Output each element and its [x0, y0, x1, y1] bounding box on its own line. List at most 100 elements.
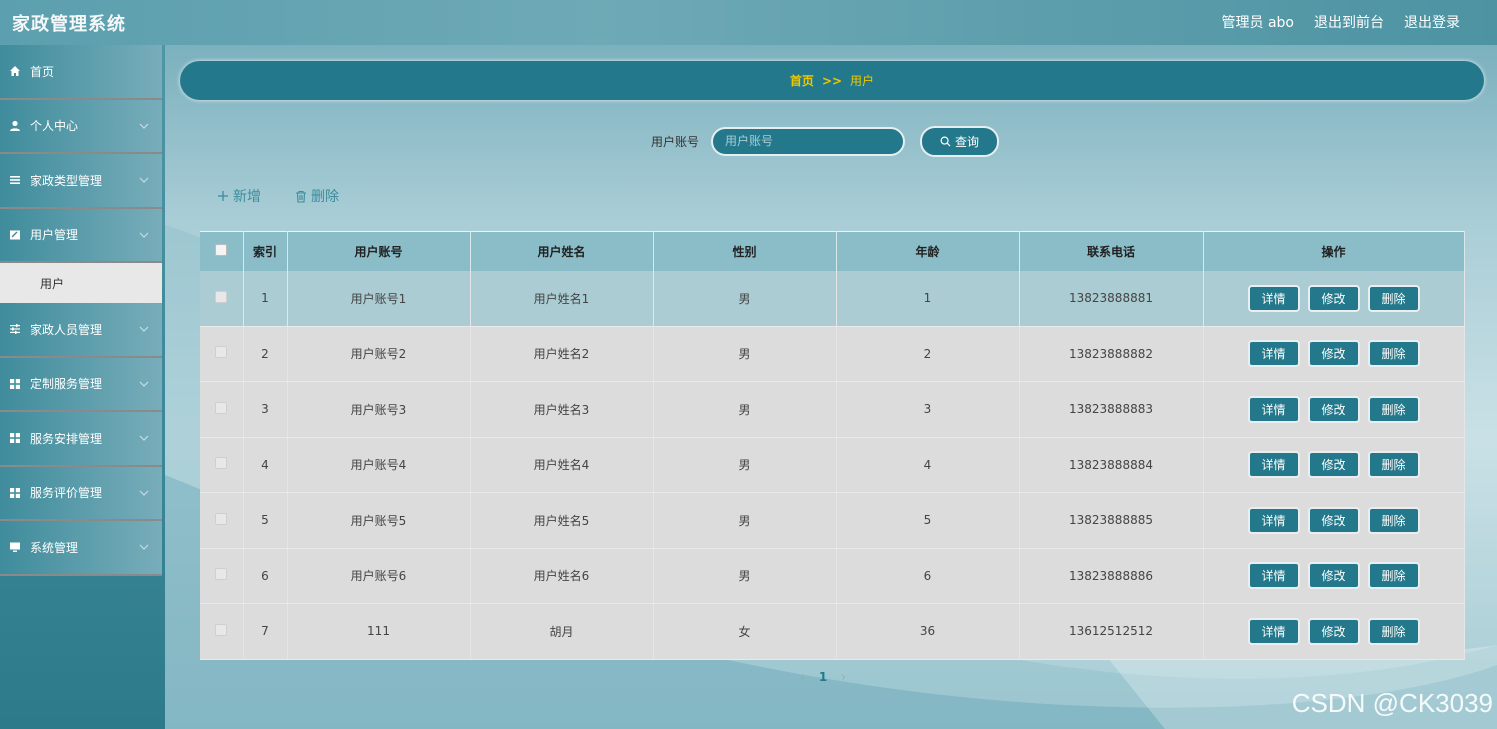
detail-button[interactable]: 详情 — [1247, 506, 1300, 534]
next-page-icon[interactable]: › — [841, 670, 846, 684]
sidebar-item-label: 系统管理 — [30, 540, 79, 555]
user-icon — [8, 119, 22, 133]
row-checkbox[interactable] — [215, 457, 228, 470]
delete-button[interactable]: 删除 — [1367, 506, 1420, 534]
delete-button[interactable]: 删除 — [1367, 451, 1420, 479]
table-row: 4 用户账号4 用户姓名4 男 4 13823888884 详情 修改 删除 — [200, 437, 1465, 493]
add-button[interactable]: 新增 — [217, 186, 261, 206]
cell-operations: 详情 修改 删除 — [1203, 603, 1465, 660]
edit-button[interactable]: 修改 — [1307, 617, 1360, 645]
edit-button[interactable]: 修改 — [1307, 562, 1360, 590]
detail-button[interactable]: 详情 — [1247, 340, 1300, 368]
sidebar-item-label: 首页 — [30, 64, 55, 79]
page-number[interactable]: 1 — [819, 670, 827, 684]
cell-name: 用户姓名3 — [470, 381, 654, 438]
cell-age: 5 — [836, 492, 1020, 549]
sidebar-item-service-review[interactable]: 服务评价管理 — [0, 466, 162, 521]
chevron-down-icon — [139, 490, 149, 496]
header-links: 管理员 abo 退出到前台 退出登录 — [1222, 12, 1460, 32]
column-header: 用户姓名 — [470, 231, 654, 271]
sidebar-item-home[interactable]: 首页 — [0, 45, 162, 100]
list-icon — [8, 173, 22, 187]
search-button[interactable]: 查询 — [920, 125, 1000, 157]
sidebar-item-user-management[interactable]: 用户管理 — [0, 208, 162, 263]
sidebar-item-service-type[interactable]: 家政类型管理 — [0, 154, 162, 209]
cell-operations: 详情 修改 删除 — [1203, 492, 1465, 549]
cell-account: 用户账号3 — [287, 381, 471, 438]
detail-button[interactable]: 详情 — [1247, 562, 1300, 590]
table-row: 7 111 胡月 女 36 13612512512 详情 修改 删除 — [200, 603, 1465, 660]
search-input[interactable] — [711, 126, 906, 156]
delete-button[interactable]: 删除 — [1367, 395, 1420, 423]
user-table: 索引 用户账号 用户姓名 性别 年龄 联系电话 操作 1 用户账号1 用户姓名1… — [200, 231, 1465, 660]
detail-button[interactable]: 详情 — [1247, 451, 1300, 479]
delete-button[interactable]: 删除 — [1367, 284, 1420, 312]
grid-icon — [8, 486, 22, 500]
delete-button[interactable]: 删除 — [1367, 340, 1420, 368]
cell-index: 1 — [243, 270, 288, 327]
breadcrumb-home-link[interactable]: 首页 — [790, 72, 814, 89]
cell-age: 2 — [836, 326, 1020, 382]
breadcrumb-current: 用户 — [850, 74, 875, 88]
edit-button[interactable]: 修改 — [1307, 506, 1360, 534]
pagination: ‹ 1 › — [800, 670, 846, 684]
delete-button[interactable]: 删除 — [1367, 617, 1420, 645]
sidebar-item-system[interactable]: 系统管理 — [0, 521, 162, 576]
chevron-down-icon — [139, 177, 149, 184]
edit-button[interactable]: 修改 — [1307, 284, 1360, 312]
cell-name: 用户姓名4 — [470, 437, 654, 493]
edit-button[interactable]: 修改 — [1307, 395, 1360, 423]
row-checkbox[interactable] — [215, 568, 228, 581]
detail-button[interactable]: 详情 — [1247, 617, 1300, 645]
cell-account: 用户账号2 — [287, 326, 471, 382]
sidebar-item-custom-service[interactable]: 定制服务管理 — [0, 357, 162, 412]
search-icon — [940, 136, 951, 147]
cell-index: 4 — [243, 437, 288, 493]
row-checkbox[interactable] — [215, 401, 228, 414]
home-icon — [8, 64, 22, 78]
row-checkbox[interactable] — [215, 623, 228, 636]
app-title: 家政管理系统 — [12, 14, 126, 35]
logout-link[interactable]: 退出登录 — [1404, 12, 1460, 32]
cell-phone: 13823888884 — [1019, 437, 1204, 493]
cell-name: 用户姓名1 — [470, 270, 654, 327]
sidebar-item-service-schedule[interactable]: 服务安排管理 — [0, 412, 162, 467]
edit-button[interactable]: 修改 — [1307, 451, 1360, 479]
cell-account: 用户账号4 — [287, 437, 471, 493]
sidebar-item-personal-center[interactable]: 个人中心 — [0, 99, 162, 154]
admin-label: 管理员 abo — [1221, 15, 1294, 31]
table-row: 3 用户账号3 用户姓名3 男 3 13823888883 详情 修改 删除 — [200, 381, 1465, 438]
sidebar-item-staff-management[interactable]: 家政人员管理 — [0, 303, 162, 358]
batch-delete-button[interactable]: 删除 — [295, 186, 339, 206]
sidebar-item-label: 家政人员管理 — [30, 322, 103, 337]
search-label: 用户账号 — [651, 134, 700, 149]
sidebar-item-label: 家政类型管理 — [30, 173, 103, 188]
prev-page-icon[interactable]: ‹ — [800, 670, 805, 684]
plus-icon — [217, 190, 229, 202]
sidebar-subitem-user[interactable]: 用户 — [0, 263, 162, 303]
detail-button[interactable]: 详情 — [1247, 395, 1300, 423]
select-all-checkbox[interactable] — [215, 243, 228, 256]
table-header-row: 索引 用户账号 用户姓名 性别 年龄 联系电话 操作 — [200, 231, 1465, 271]
edit-button[interactable]: 修改 — [1307, 340, 1360, 368]
watermark: CSDN @CK3039 — [1291, 688, 1493, 718]
cell-account: 用户账号6 — [287, 548, 471, 604]
chevron-down-icon — [139, 326, 149, 333]
sidebar-item-label: 定制服务管理 — [30, 377, 103, 392]
chevron-down-icon — [139, 435, 149, 442]
back-to-front-link[interactable]: 退出到前台 — [1314, 12, 1384, 32]
cell-phone: 13823888886 — [1019, 548, 1204, 604]
edit-icon — [8, 228, 22, 242]
cell-operations: 详情 修改 删除 — [1203, 437, 1465, 493]
row-checkbox[interactable] — [215, 290, 228, 303]
cell-index: 7 — [243, 603, 288, 660]
detail-button[interactable]: 详情 — [1247, 284, 1300, 312]
toolbar: 新增 删除 — [217, 186, 339, 206]
cell-gender: 男 — [653, 492, 837, 549]
cell-age: 4 — [836, 437, 1020, 493]
sidebar-item-label: 服务评价管理 — [30, 486, 103, 501]
cell-account: 用户账号5 — [287, 492, 471, 549]
row-checkbox[interactable] — [215, 512, 228, 525]
row-checkbox[interactable] — [215, 346, 228, 359]
delete-button[interactable]: 删除 — [1367, 562, 1420, 590]
